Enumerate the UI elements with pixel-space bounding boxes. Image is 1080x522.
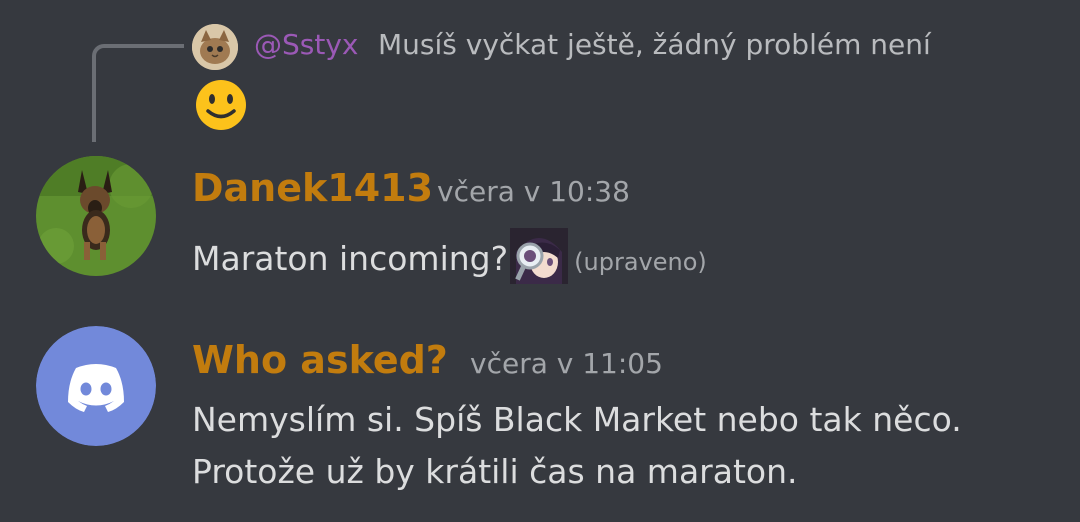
who-asked-avatar[interactable] (36, 326, 156, 446)
reply-author-name[interactable]: @Sstyx (254, 28, 358, 61)
reply-message-text[interactable]: Musíš vyčkat ještě, žádný problém není (378, 28, 931, 61)
message-timestamp: včera v 11:05 (470, 347, 663, 380)
message-text-line: Nemyslím si. Spíš Black Market nebo tak … (192, 400, 962, 439)
reply-connector-line (92, 44, 184, 142)
danek1413-avatar[interactable] (36, 156, 156, 276)
message-text: Maraton incoming? (192, 239, 509, 278)
message-author-name[interactable]: Who asked? (192, 338, 448, 382)
slightly-smiling-face-icon (190, 78, 252, 132)
anime-magnifying-glass-emoji[interactable] (510, 228, 569, 284)
edited-label: (upraveno) (574, 248, 707, 276)
reply-author-avatar[interactable] (192, 24, 238, 70)
message-author-name[interactable]: Danek1413 (192, 166, 433, 210)
message-content: Maraton incoming? (upraveno) (192, 228, 707, 284)
message-text-line: Protože už by krátili čas na maraton. (192, 452, 798, 491)
message-timestamp: včera v 10:38 (437, 175, 630, 208)
